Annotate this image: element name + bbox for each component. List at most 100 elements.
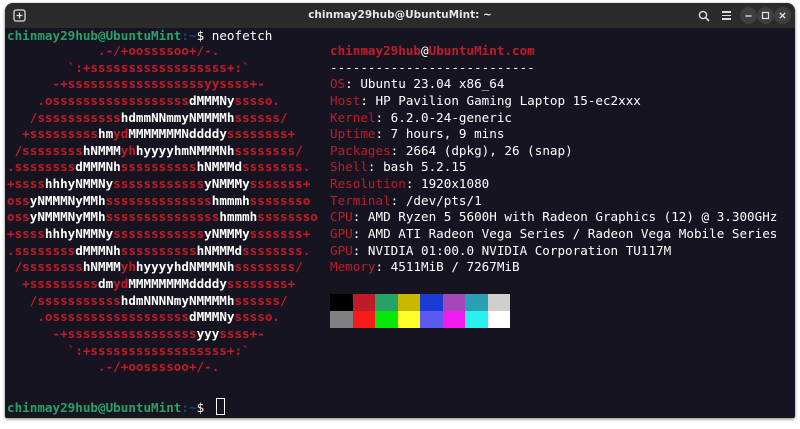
text-cursor[interactable] [215,398,225,415]
logo-segment: .-/+oossssoo+/-. [7,43,220,58]
logo-segment: .ssssssss [7,159,76,175]
palette-row-bright [330,311,510,328]
system-info: chinmay29hub@UbuntuMint.com ------------… [330,43,777,274]
logo-segment: /ssssssss [7,259,83,275]
info-row: Packages: 2664 (dpkg), 26 (snap) [330,142,573,158]
logo-line: ossyNMMMNyMMhssssssssssssssshmmmhsssssss… [7,209,318,226]
info-username: chinmay29hub [330,43,421,58]
color-swatch [420,294,443,311]
logo-segment: yh [120,259,136,275]
logo-segment: hmmmh [211,192,250,208]
logo-segment: yyy [196,325,220,341]
search-icon[interactable] [696,7,712,24]
logo-line: ossyNMMMNyMMhsssssssssssssshmmmhssssssso [7,193,318,210]
color-swatch [487,311,510,328]
logo-segment: ssssssss+ [226,275,296,291]
logo-segment: yNMMMNyMMh [29,192,106,208]
logo-line: /ssssssssssshdmNNNNmyNMMMMhssssss/ [7,293,318,310]
title-bar: chinmay29hub@UbuntuMint: ~ [5,3,795,28]
info-value: bash 5.2.15 [383,159,467,175]
logo-segment: +sssssssss [7,126,98,142]
maximize-icon[interactable] [757,7,774,24]
palette-row-normal [330,294,510,311]
logo-segment: sssssssssssssss [105,209,220,225]
logo-segment: ssssssssssssss [105,192,212,208]
prompt-symbol: $ [196,28,212,43]
info-key: CPU [330,209,353,225]
logo-segment: sssso. [234,92,280,108]
logo-segment: ssssss/ [234,109,288,125]
logo-segment: oss [7,209,30,225]
color-swatch [397,311,420,328]
logo-segment: ssssssss/ [234,259,303,275]
logo-segment: hdmNNNNmyNMMMMh [120,292,235,308]
info-value: /dev/pts/1 [405,192,482,208]
logo-line: .ossssssssssssssssssdMMMNysssso. [7,93,318,110]
info-value: AMD Ryzen 5 5600H with Radeon Graphics (… [367,209,778,225]
prompt-path: :~ [181,28,197,43]
logo-segment: +sssssssss [7,275,98,291]
info-key: GPU [330,242,353,258]
logo-line: +sssshhhyNMMNyssssssssssssyNMMMysssssss+ [7,176,318,193]
logo-segment: hNMMM [82,259,121,275]
color-swatch [375,294,398,311]
info-row: Terminal: /dev/pts/1 [330,192,482,208]
window-title: chinmay29hub@UbuntuMint: ~ [308,9,492,21]
logo-line: +sssshhhyNMMNyssssssssssssyNMMMysssssss+ [7,226,318,243]
color-swatch [352,311,375,328]
close-icon[interactable] [774,7,791,24]
info-key: Terminal [330,192,391,208]
logo-segment: yNMMMy [204,176,250,192]
logo-segment: /sssssssssss [7,109,121,125]
logo-segment: ssssssss. [242,159,311,175]
logo-segment: ssssssssssss [113,176,205,192]
prompt-line: chinmay29hub@UbuntuMint:~$ [7,398,225,416]
info-key: GPU [330,226,353,242]
info-key: OS [330,76,346,92]
color-swatch [465,311,488,328]
logo-segment: oss [7,192,30,208]
logo-segment: ssss+- [219,325,265,341]
logo-segment: hyyyyhmNMMMNh [135,142,235,158]
info-key: Uptime [330,126,376,142]
info-key: Shell [330,159,368,175]
logo-segment: .ossssssssssssssssss [7,92,189,108]
logo-segment: hNMMMd [196,159,243,175]
prompt-symbol: $ [196,400,212,415]
logo-segment: dMMMNh [75,242,121,258]
info-row: Memory: 4511MiB / 7267MiB [330,259,520,275]
logo-line: +sssssssssdmydMMMMMMMMddddyssssssss+ [7,276,318,293]
logo-line: -+ssssssssssssssssssyyssss+- [7,76,318,93]
logo-segment: ssssssss/ [234,142,303,158]
logo-segment: hNMMM [82,142,121,158]
color-swatch [420,311,443,328]
logo-segment: ssssssssss [120,242,197,258]
logo-segment: .ossssssssssssssssss [7,309,189,325]
terminal-window: chinmay29hub@UbuntuMint: ~ chinmay29hub@… [5,3,795,418]
info-hostname: UbuntuMint.com [428,43,535,58]
info-value: HP Pavilion Gaming Laptop 15-ec2xxx [375,92,641,108]
logo-segment: MMMMMMMMddddy [128,275,227,291]
info-value: 7 hours, 9 mins [390,126,505,142]
info-row: Kernel: 6.2.0-24-generic [330,109,512,125]
logo-segment: dm [98,275,114,291]
logo-line: `:+ssssssssssssssssss+:` [7,60,318,77]
prompt-user: chinmay29hub@UbuntuMint [7,28,182,43]
logo-segment: ssssssssss [120,159,197,175]
logo-segment: ssssss/ [234,292,288,308]
user-host-header: chinmay29hub@UbuntuMint.com [330,43,777,60]
logo-segment: yNMMMNyMMh [29,209,106,225]
prompt-path: :~ [181,400,197,415]
minimize-icon[interactable] [740,7,757,24]
logo-line: `:+ssssssssssssssssss+:` [7,343,318,360]
logo-line: -+sssssssssssssssssyyyssss+- [7,326,318,343]
info-row: GPU: NVIDIA 01:00.0 NVIDIA Corporation T… [330,242,672,258]
logo-segment: MMMMMMMNddddy [128,126,227,142]
logo-line: .ossssssssssssssssssdMMMNysssso. [7,309,318,326]
hamburger-menu-icon[interactable] [718,7,734,24]
info-row: CPU: AMD Ryzen 5 5600H with Radeon Graph… [330,209,778,225]
info-at: @ [421,43,429,58]
terminal-content[interactable]: chinmay29hub@UbuntuMint:~$ neofetch .-/+… [5,28,795,418]
logo-segment: .-/+oossssoo+/-. [7,359,220,375]
logo-line: .ssssssssdMMMNhsssssssssshNMMMdssssssss. [7,159,318,176]
